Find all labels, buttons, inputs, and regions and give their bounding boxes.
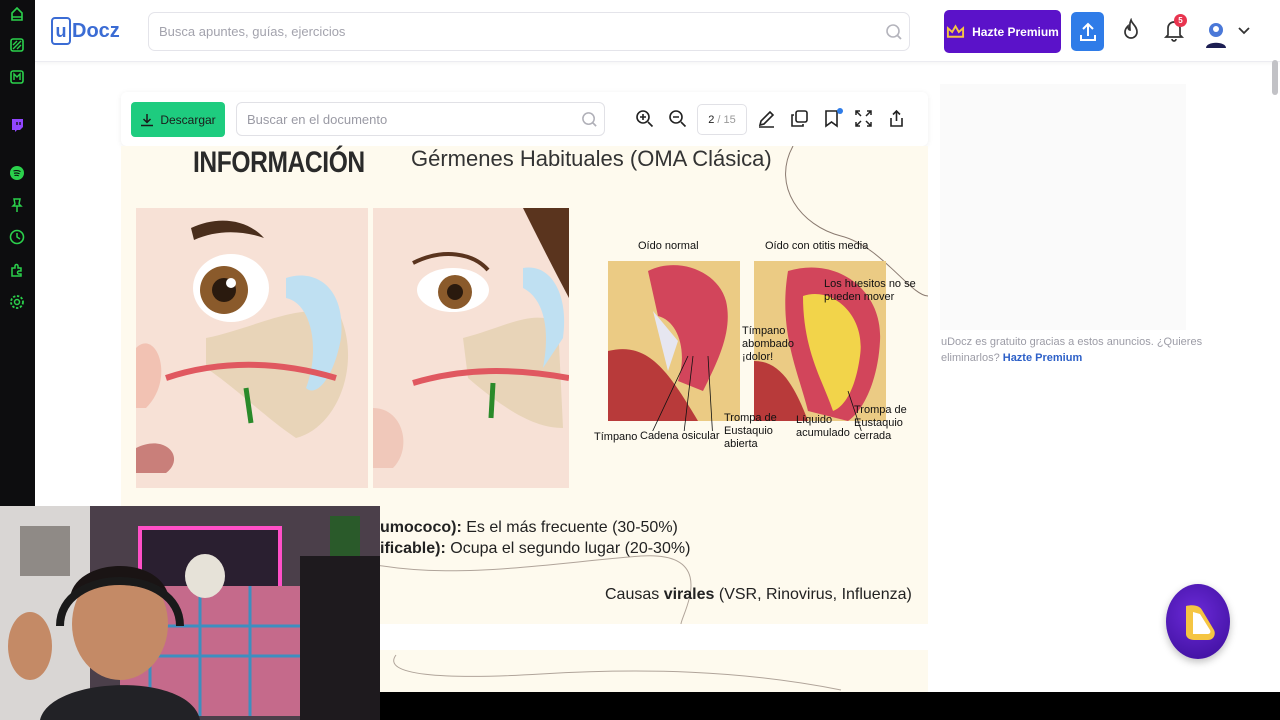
bullet-haemophilus: ificable): Ocupa el segundo lugar (20-30…	[380, 540, 690, 558]
user-avatar[interactable]	[1201, 19, 1231, 49]
page-current: 2	[708, 113, 715, 126]
download-icon	[141, 113, 154, 126]
page-title: INFORMACIÓN	[193, 146, 365, 179]
share-icon[interactable]	[887, 109, 906, 128]
pencil-icon[interactable]	[757, 109, 776, 128]
search-icon[interactable]	[885, 23, 903, 41]
download-button[interactable]: Descargar	[131, 102, 225, 137]
zoom-in-icon[interactable]	[635, 109, 654, 128]
notification-badge: 5	[1174, 14, 1187, 27]
ad-placeholder	[940, 84, 1186, 330]
webcam-overlay	[0, 506, 380, 720]
site-search-input[interactable]	[149, 13, 849, 50]
bullet-neumococo: umococo): Es el más frecuente (30-50%)	[380, 519, 678, 537]
document-search	[236, 102, 605, 136]
assistant-chat-button[interactable]	[1166, 584, 1230, 659]
twitch-icon[interactable]	[9, 117, 25, 133]
ear-anatomy-illustration-2	[373, 208, 569, 488]
copy-icon[interactable]	[790, 109, 809, 128]
viral-bold: virales	[663, 586, 715, 603]
udocz-logo[interactable]: u Docz	[51, 16, 120, 46]
label-oido-normal: Oído normal	[638, 240, 699, 252]
bullet-haemophilus-bold: ificable):	[380, 540, 446, 557]
viral-causes: Causas virales (VSR, Rinovirus, Influenz…	[605, 586, 912, 604]
pin-icon[interactable]	[9, 197, 25, 213]
stripes-app-icon[interactable]	[9, 37, 25, 53]
label-liquido: Líquido acumulado	[796, 414, 850, 440]
viral-prefix: Causas	[605, 586, 664, 603]
chevron-down-icon[interactable]	[1236, 22, 1252, 38]
logo-text: Docz	[72, 19, 120, 42]
flame-icon[interactable]	[1120, 17, 1142, 42]
site-search	[148, 12, 910, 51]
label-huesitos: Los huesitos no se pueden mover	[824, 278, 916, 304]
download-label: Descargar	[160, 112, 216, 127]
label-timpano: Tímpano	[594, 431, 638, 443]
site-header: u Docz Hazte Premium 5	[35, 0, 1280, 62]
page-total: / 15	[717, 113, 736, 126]
bullet-haemophilus-text: Ocupa el segundo lugar (20-30%)	[445, 540, 691, 557]
label-timpano-abombado: Tímpano abombado ¡dolor!	[742, 325, 794, 364]
spotify-icon[interactable]	[9, 165, 25, 181]
hazte-premium-button[interactable]: Hazte Premium	[944, 10, 1061, 53]
label-oido-otitis: Oído con otitis media	[765, 240, 869, 252]
clock-icon[interactable]	[9, 229, 25, 245]
document-search-input[interactable]	[237, 103, 567, 135]
premium-label: Hazte Premium	[972, 24, 1059, 39]
puzzle-icon[interactable]	[9, 262, 25, 278]
viral-suffix: (VSR, Rinovirus, Influenza)	[714, 586, 912, 603]
ad-notice: uDocz es gratuito gracias a estos anunci…	[941, 335, 1211, 367]
bottom-bar	[380, 692, 1280, 720]
page-indicator[interactable]: 2 / 15	[697, 104, 747, 135]
fullscreen-icon[interactable]	[854, 109, 873, 128]
bookmark-dot	[837, 108, 843, 114]
upload-button[interactable]	[1071, 12, 1104, 51]
bullet-neumococo-text: Es el más frecuente (30-50%)	[461, 519, 678, 536]
bullet-neumococo-bold: umococo):	[380, 519, 462, 536]
outline-app-icon[interactable]	[9, 6, 25, 22]
upload-icon	[1079, 22, 1096, 41]
ear-anatomy-illustration	[136, 208, 368, 488]
otitis-diagram: Oído normal Oído con otitis media Los hu…	[594, 234, 921, 464]
ad-premium-link[interactable]: Hazte Premium	[1003, 352, 1082, 364]
label-cadena: Cadena osicular	[640, 430, 720, 442]
label-trompa-cerrada: Trompa de Eustaquio cerrada	[854, 404, 907, 443]
m-app-icon[interactable]	[9, 69, 25, 85]
crown-icon	[947, 23, 965, 38]
assistant-logo-icon	[1186, 605, 1215, 640]
zoom-out-icon[interactable]	[668, 109, 687, 128]
label-trompa-abierta: Trompa de Eustaquio abierta	[724, 412, 777, 451]
scrollbar-thumb[interactable]	[1272, 60, 1278, 95]
page-subtitle: Gérmenes Habituales (OMA Clásica)	[411, 146, 772, 171]
settings-icon[interactable]	[9, 294, 25, 310]
logo-u: u	[51, 17, 71, 45]
document-toolbar: Descargar 2 / 15	[121, 92, 928, 146]
document-search-icon[interactable]	[581, 111, 598, 128]
